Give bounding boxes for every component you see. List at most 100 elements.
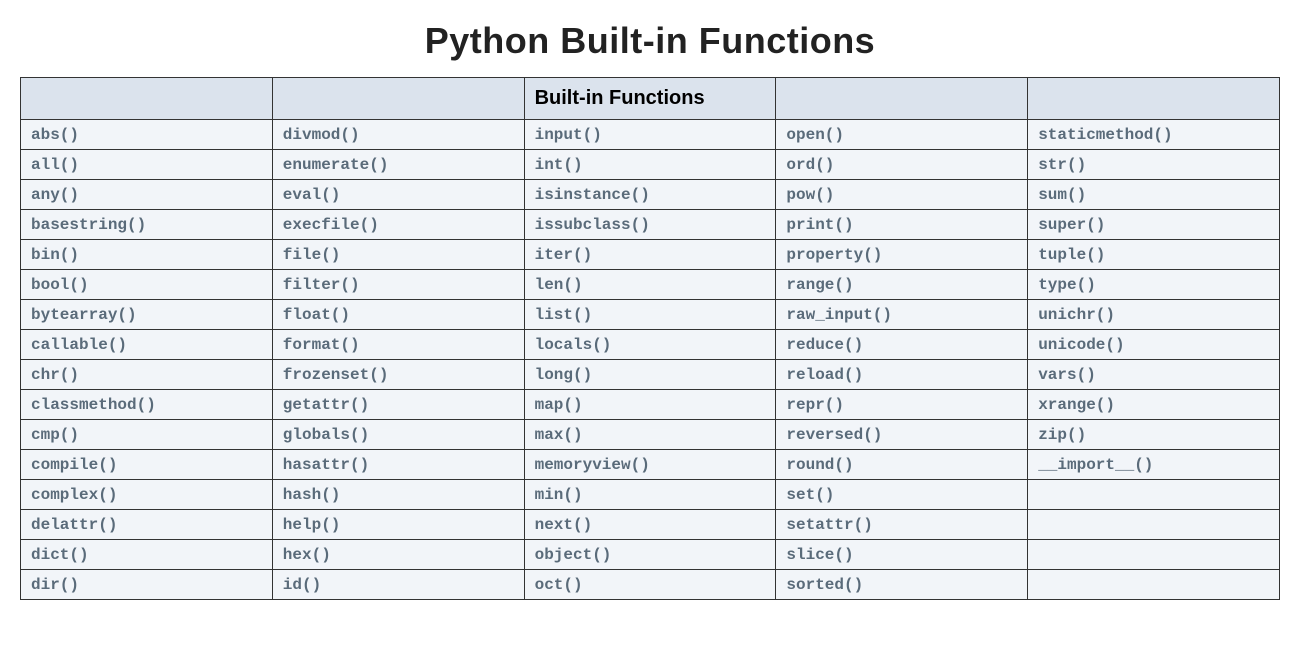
function-cell: print() — [776, 210, 1028, 240]
table-row: bytearray()float()list()raw_input()unich… — [21, 300, 1280, 330]
function-cell: cmp() — [21, 420, 273, 450]
function-cell: staticmethod() — [1028, 120, 1280, 150]
function-cell: int() — [524, 150, 776, 180]
function-cell: oct() — [524, 570, 776, 600]
table-row: any()eval()isinstance()pow()sum() — [21, 180, 1280, 210]
table-header-cell — [21, 78, 273, 120]
function-cell — [1028, 480, 1280, 510]
function-cell: max() — [524, 420, 776, 450]
function-cell: hasattr() — [272, 450, 524, 480]
function-cell: property() — [776, 240, 1028, 270]
function-cell: bool() — [21, 270, 273, 300]
function-cell: open() — [776, 120, 1028, 150]
function-cell: zip() — [1028, 420, 1280, 450]
function-cell: classmethod() — [21, 390, 273, 420]
function-cell: repr() — [776, 390, 1028, 420]
function-cell: frozenset() — [272, 360, 524, 390]
table-header-cell — [1028, 78, 1280, 120]
table-row: classmethod()getattr()map()repr()xrange(… — [21, 390, 1280, 420]
function-cell: set() — [776, 480, 1028, 510]
function-cell: ord() — [776, 150, 1028, 180]
table-row: callable()format()locals()reduce()unicod… — [21, 330, 1280, 360]
function-cell: setattr() — [776, 510, 1028, 540]
function-cell: input() — [524, 120, 776, 150]
function-cell: vars() — [1028, 360, 1280, 390]
table-row: chr()frozenset()long()reload()vars() — [21, 360, 1280, 390]
function-cell: help() — [272, 510, 524, 540]
function-cell: iter() — [524, 240, 776, 270]
function-cell: id() — [272, 570, 524, 600]
function-cell: memoryview() — [524, 450, 776, 480]
function-cell: hash() — [272, 480, 524, 510]
function-cell: compile() — [21, 450, 273, 480]
function-cell: len() — [524, 270, 776, 300]
function-cell: all() — [21, 150, 273, 180]
function-cell: next() — [524, 510, 776, 540]
function-cell: any() — [21, 180, 273, 210]
function-cell: map() — [524, 390, 776, 420]
table-row: bin()file()iter()property()tuple() — [21, 240, 1280, 270]
function-cell: file() — [272, 240, 524, 270]
function-cell: sorted() — [776, 570, 1028, 600]
function-cell: bin() — [21, 240, 273, 270]
function-cell: execfile() — [272, 210, 524, 240]
function-cell: round() — [776, 450, 1028, 480]
table-row: cmp()globals()max()reversed()zip() — [21, 420, 1280, 450]
function-cell: list() — [524, 300, 776, 330]
function-cell: chr() — [21, 360, 273, 390]
table-row: delattr()help()next()setattr() — [21, 510, 1280, 540]
table-row: basestring()execfile()issubclass()print(… — [21, 210, 1280, 240]
table-header-cell: Built-in Functions — [524, 78, 776, 120]
function-cell: __import__() — [1028, 450, 1280, 480]
table-row: dir()id()oct()sorted() — [21, 570, 1280, 600]
function-cell: dict() — [21, 540, 273, 570]
table-header-row: Built-in Functions — [21, 78, 1280, 120]
function-cell: str() — [1028, 150, 1280, 180]
table-row: complex()hash()min()set() — [21, 480, 1280, 510]
function-cell: eval() — [272, 180, 524, 210]
function-cell: locals() — [524, 330, 776, 360]
table-header-cell — [272, 78, 524, 120]
function-cell: reduce() — [776, 330, 1028, 360]
function-cell: object() — [524, 540, 776, 570]
function-cell: sum() — [1028, 180, 1280, 210]
function-cell: dir() — [21, 570, 273, 600]
function-cell: raw_input() — [776, 300, 1028, 330]
function-cell: tuple() — [1028, 240, 1280, 270]
function-cell: slice() — [776, 540, 1028, 570]
function-cell — [1028, 510, 1280, 540]
function-cell: getattr() — [272, 390, 524, 420]
function-cell: long() — [524, 360, 776, 390]
table-row: bool()filter()len()range()type() — [21, 270, 1280, 300]
function-cell: range() — [776, 270, 1028, 300]
function-cell: reload() — [776, 360, 1028, 390]
page-title: Python Built-in Functions — [20, 20, 1280, 62]
function-cell: type() — [1028, 270, 1280, 300]
function-cell: enumerate() — [272, 150, 524, 180]
function-cell: bytearray() — [21, 300, 273, 330]
table-body: abs()divmod()input()open()staticmethod()… — [21, 120, 1280, 600]
function-cell — [1028, 570, 1280, 600]
function-cell: abs() — [21, 120, 273, 150]
function-cell: isinstance() — [524, 180, 776, 210]
function-cell: xrange() — [1028, 390, 1280, 420]
function-cell: basestring() — [21, 210, 273, 240]
function-cell: globals() — [272, 420, 524, 450]
function-cell: delattr() — [21, 510, 273, 540]
function-cell: format() — [272, 330, 524, 360]
table-header-cell — [776, 78, 1028, 120]
builtin-functions-table: Built-in Functions abs()divmod()input()o… — [20, 77, 1280, 600]
function-cell — [1028, 540, 1280, 570]
function-cell: min() — [524, 480, 776, 510]
function-cell: callable() — [21, 330, 273, 360]
function-cell: unichr() — [1028, 300, 1280, 330]
function-cell: reversed() — [776, 420, 1028, 450]
function-cell: super() — [1028, 210, 1280, 240]
function-cell: hex() — [272, 540, 524, 570]
table-row: dict()hex()object()slice() — [21, 540, 1280, 570]
function-cell: divmod() — [272, 120, 524, 150]
function-cell: complex() — [21, 480, 273, 510]
function-cell: issubclass() — [524, 210, 776, 240]
function-cell: unicode() — [1028, 330, 1280, 360]
table-row: all()enumerate()int()ord()str() — [21, 150, 1280, 180]
